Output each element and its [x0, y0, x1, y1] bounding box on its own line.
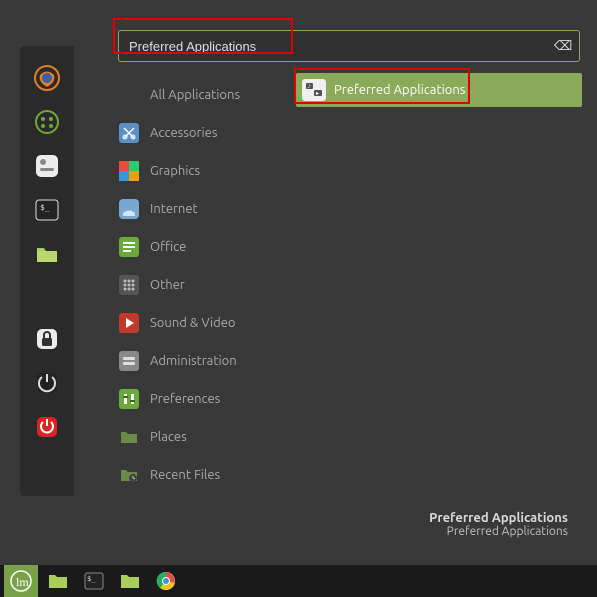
svg-text:♪: ♪ — [308, 83, 311, 89]
fav-firefox[interactable] — [34, 65, 60, 91]
selection-title: Preferred Applications — [429, 511, 568, 525]
fav-settings[interactable] — [34, 153, 60, 179]
cat-label: Recent Files — [150, 468, 220, 482]
search-input[interactable] — [118, 30, 580, 62]
fav-terminal[interactable]: $_ — [34, 197, 60, 223]
clear-search-icon[interactable]: ⌫ — [554, 37, 572, 55]
office-icon — [118, 236, 140, 258]
cat-accessories[interactable]: Accessories — [118, 114, 298, 152]
cat-label: Other — [150, 278, 185, 292]
cat-all-applications[interactable]: All Applications — [118, 76, 298, 114]
result-list: ♪ Preferred Applications — [296, 73, 582, 107]
cat-administration[interactable]: Administration — [118, 342, 298, 380]
logout-button[interactable] — [34, 370, 60, 396]
cat-label: Internet — [150, 202, 198, 216]
category-list: All Applications Accessories Graphics In… — [118, 76, 298, 494]
internet-icon — [118, 198, 140, 220]
search-row: ⌫ — [118, 30, 580, 70]
cat-places[interactable]: Places — [118, 418, 298, 456]
cat-recent-files[interactable]: Recent Files — [118, 456, 298, 494]
graphics-icon — [118, 160, 140, 182]
cat-other[interactable]: Other — [118, 266, 298, 304]
scissors-icon — [118, 122, 140, 144]
cat-label: Sound & Video — [150, 316, 236, 330]
cat-label: All Applications — [150, 88, 240, 102]
svg-text:$_: $_ — [87, 575, 96, 583]
pref-apps-icon: ♪ — [302, 79, 326, 101]
cat-label: Office — [150, 240, 186, 254]
places-icon — [118, 426, 140, 448]
svg-text:lm: lm — [16, 575, 29, 589]
taskbar-terminal[interactable]: $_ — [78, 567, 110, 595]
cat-sound-video[interactable]: Sound & Video — [118, 304, 298, 342]
start-menu-panel: $_ ⌫ All Applications Accessories — [20, 28, 585, 548]
cat-label: Administration — [150, 354, 237, 368]
cat-label: Accessories — [150, 126, 217, 140]
other-icon — [118, 274, 140, 296]
power-button[interactable] — [34, 414, 60, 440]
selection-subtitle: Preferred Applications — [429, 525, 568, 538]
cat-label: Graphics — [150, 164, 200, 178]
cat-internet[interactable]: Internet — [118, 190, 298, 228]
all-apps-icon — [118, 84, 140, 106]
cat-label: Preferences — [150, 392, 220, 406]
cat-graphics[interactable]: Graphics — [118, 152, 298, 190]
favorites-sidebar: $_ — [20, 46, 74, 496]
cat-label: Places — [150, 430, 187, 444]
cat-preferences[interactable]: Preferences — [118, 380, 298, 418]
taskbar-files[interactable] — [42, 567, 74, 595]
prefs-icon — [118, 388, 140, 410]
media-icon — [118, 312, 140, 334]
svg-text:$_: $_ — [40, 203, 50, 212]
taskbar-chrome[interactable] — [150, 567, 182, 595]
lock-button[interactable] — [34, 326, 60, 352]
result-label: Preferred Applications — [334, 83, 465, 97]
admin-icon — [118, 350, 140, 372]
taskbar: lm $_ — [0, 565, 597, 597]
result-preferred-applications[interactable]: ♪ Preferred Applications — [296, 73, 582, 107]
fav-software[interactable] — [34, 109, 60, 135]
cat-office[interactable]: Office — [118, 228, 298, 266]
taskbar-files-2[interactable] — [114, 567, 146, 595]
selection-info: Preferred Applications Preferred Applica… — [429, 511, 568, 538]
recent-icon — [118, 464, 140, 486]
menu-button[interactable]: lm — [4, 565, 38, 597]
fav-files[interactable] — [34, 241, 60, 267]
